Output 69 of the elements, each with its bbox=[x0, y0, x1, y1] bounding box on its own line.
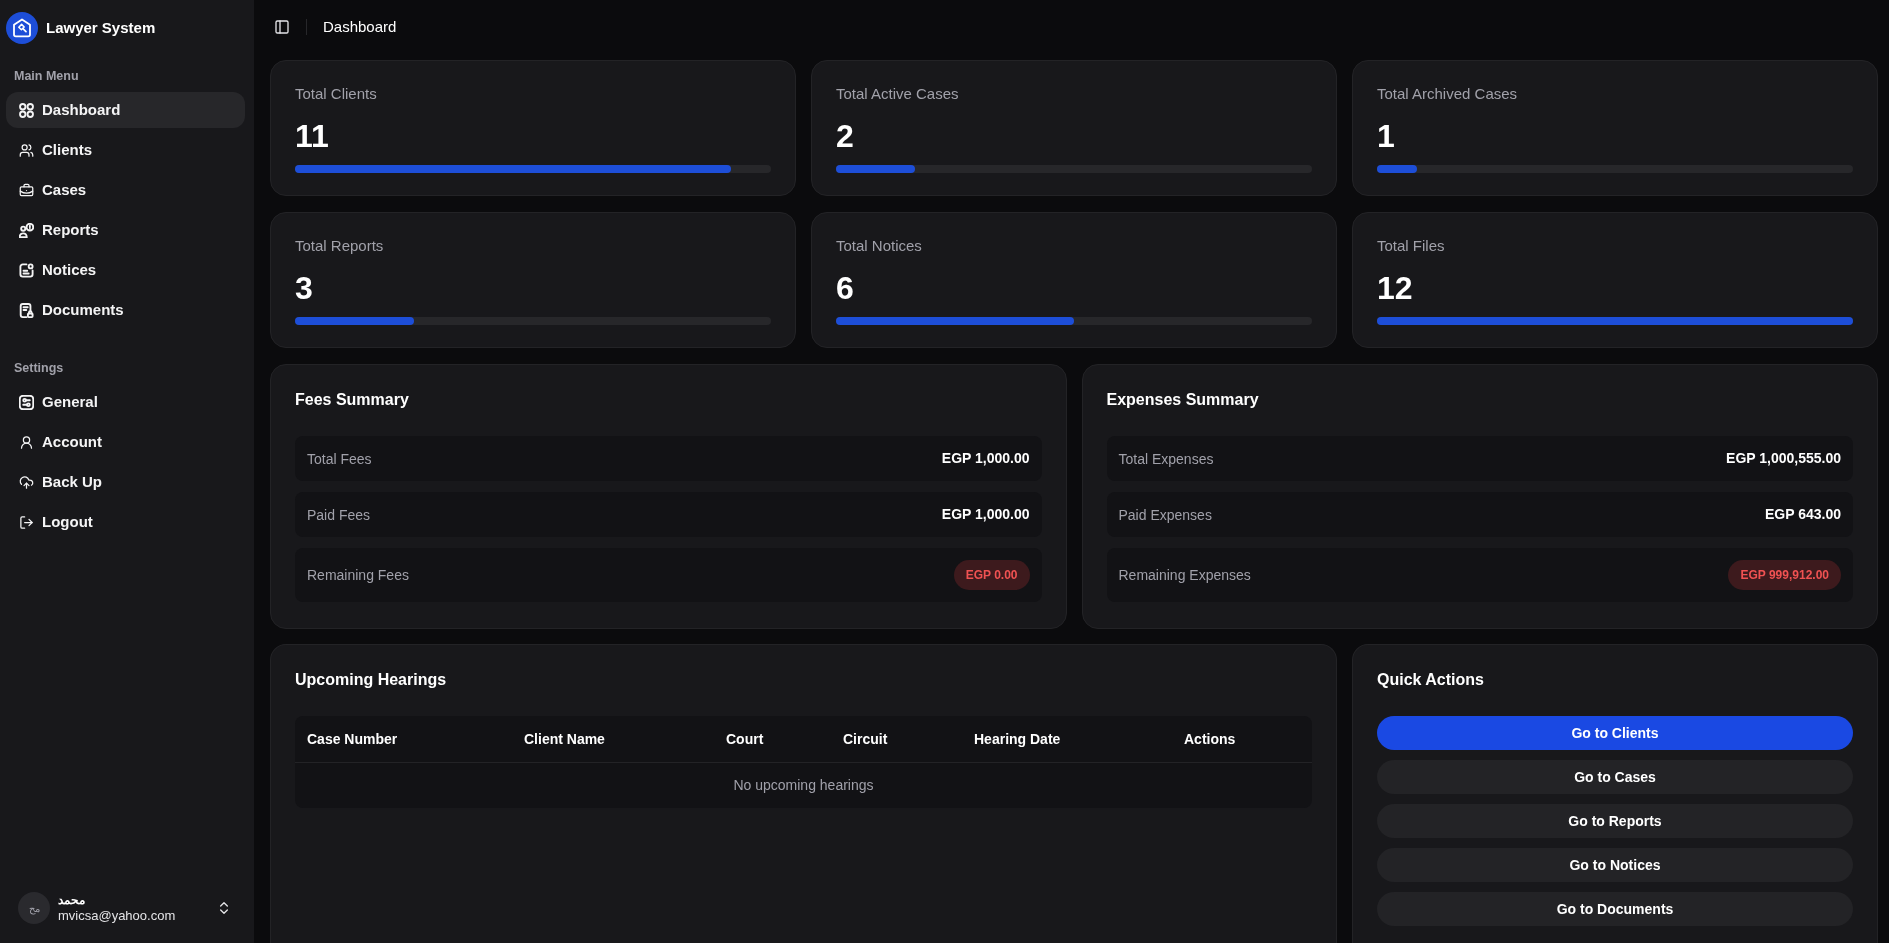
logo-icon bbox=[6, 12, 38, 44]
stat-label: Total Active Cases bbox=[836, 84, 960, 104]
column-header: Circuit bbox=[843, 731, 888, 747]
app-name: Lawyer System bbox=[46, 17, 156, 38]
sidebar-item[interactable]: Account bbox=[6, 424, 245, 460]
stat-label: Total Notices bbox=[836, 236, 923, 256]
amount-value: EGP 643.00 bbox=[1764, 505, 1841, 524]
amount-value: EGP 1,000.00 bbox=[941, 449, 1030, 468]
stat-label: Total Files bbox=[1377, 236, 1446, 256]
quick-action-button[interactable]: Go to Cases bbox=[1377, 760, 1853, 794]
row-label: Paid Fees bbox=[307, 505, 371, 525]
amount-value: EGP 1,000.00 bbox=[941, 505, 1030, 524]
users-icon bbox=[19, 142, 34, 158]
column-header: Case Number bbox=[307, 731, 398, 747]
row-label: Total Fees bbox=[307, 449, 372, 469]
sidebar-item[interactable]: Documents bbox=[6, 292, 245, 328]
column-header: Hearing Date bbox=[974, 731, 1061, 747]
amount-badge: EGP 0.00 bbox=[953, 560, 1030, 590]
card-title: Quick Actions bbox=[1377, 670, 1485, 690]
user-icon bbox=[19, 434, 34, 450]
quick-action-button[interactable]: Go to Reports bbox=[1377, 804, 1853, 838]
briefcase-icon bbox=[19, 182, 34, 198]
row-label: Remaining Fees bbox=[307, 566, 409, 585]
column-header: Court bbox=[726, 731, 764, 747]
card-title: Fees Summary bbox=[295, 390, 410, 410]
sidebar-toggle-icon[interactable] bbox=[274, 19, 290, 35]
page-title: Dashboard bbox=[323, 16, 397, 37]
stat-label: Total Archived Cases bbox=[1377, 84, 1519, 104]
section-title: Main Menu bbox=[14, 68, 80, 84]
empty-message: No upcoming hearings bbox=[733, 776, 874, 795]
card-title: Expenses Summary bbox=[1106, 390, 1260, 410]
stat-label: Total Reports bbox=[295, 236, 385, 256]
sidebar-item[interactable]: Logout bbox=[6, 504, 245, 540]
stat-value: 3 bbox=[295, 270, 314, 306]
column-header: Actions bbox=[1184, 731, 1236, 747]
sidebar-item[interactable]: Clients bbox=[6, 132, 245, 168]
user-avatar[interactable]: مح bbox=[18, 892, 50, 924]
amount-badge: EGP 999,912.00 bbox=[1728, 560, 1841, 590]
stat-value: 11 bbox=[295, 118, 330, 154]
amount-value: EGP 1,000,555.00 bbox=[1726, 449, 1841, 468]
row-label: Paid Expenses bbox=[1118, 505, 1212, 525]
file-lock-icon bbox=[19, 302, 34, 318]
user-alert-icon bbox=[19, 222, 34, 238]
sidebar-item[interactable]: Back Up bbox=[6, 464, 245, 500]
stat-label: Total Clients bbox=[295, 84, 378, 104]
user-email: mvicsa@yahoo.com bbox=[58, 908, 176, 924]
sidebar-item[interactable]: Cases bbox=[6, 172, 245, 208]
stat-value: 2 bbox=[836, 118, 855, 154]
sidebar-item[interactable]: Dashboard bbox=[6, 92, 245, 128]
quick-action-button[interactable]: Go to Documents bbox=[1377, 892, 1853, 926]
row-label: Total Expenses bbox=[1118, 449, 1214, 469]
column-header: Client Name bbox=[524, 731, 605, 747]
cloud-upload-icon bbox=[19, 474, 34, 490]
quick-action-button[interactable]: Go to Clients bbox=[1377, 716, 1853, 750]
sidebar-item[interactable]: General bbox=[6, 384, 245, 420]
stat-value: 12 bbox=[1377, 270, 1414, 306]
quick-action-button[interactable]: Go to Notices bbox=[1377, 848, 1853, 882]
grid-icon bbox=[19, 102, 34, 118]
section-title: Settings bbox=[14, 360, 65, 376]
stat-value: 1 bbox=[1377, 118, 1396, 154]
settings-icon bbox=[19, 394, 34, 410]
note-icon bbox=[19, 262, 34, 278]
sidebar-item[interactable]: Notices bbox=[6, 252, 245, 288]
row-label: Remaining Expenses bbox=[1118, 566, 1251, 585]
sidebar-item[interactable]: Reports bbox=[6, 212, 245, 248]
stat-value: 6 bbox=[836, 270, 855, 306]
user-name: محمد bbox=[58, 892, 86, 908]
card-title: Upcoming Hearings bbox=[295, 670, 448, 690]
logout-icon bbox=[19, 514, 34, 530]
